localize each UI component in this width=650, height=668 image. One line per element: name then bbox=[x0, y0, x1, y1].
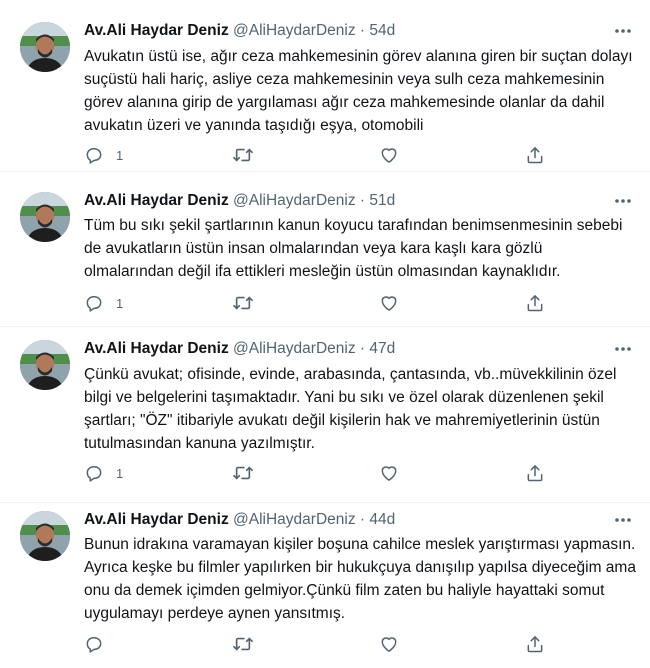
more-icon[interactable] bbox=[612, 20, 634, 42]
separator-dot: · bbox=[359, 511, 366, 528]
more-icon[interactable] bbox=[612, 509, 634, 531]
author-handle[interactable]: @AliHaydarDeniz bbox=[233, 340, 356, 357]
share-button[interactable] bbox=[525, 462, 545, 484]
tweet-time[interactable]: 54d bbox=[369, 22, 395, 39]
tweet-text: Tüm bu sıkı şekil şartlarının kanun koyu… bbox=[84, 217, 623, 280]
reply-icon bbox=[84, 463, 104, 483]
avatar[interactable] bbox=[20, 22, 70, 72]
author-name[interactable]: Av.Ali Haydar Deniz bbox=[84, 192, 229, 209]
avatar[interactable] bbox=[20, 340, 70, 390]
reply-count: 1 bbox=[116, 147, 124, 163]
retweet-icon bbox=[232, 145, 254, 165]
tweet-header: Av.Ali Haydar Deniz @AliHaydarDeniz · 44… bbox=[84, 509, 395, 531]
retweet-button[interactable] bbox=[232, 633, 254, 655]
tweet[interactable]: Av.Ali Haydar Deniz @AliHaydarDeniz · 51… bbox=[0, 172, 650, 327]
tweet-time[interactable]: 51d bbox=[369, 192, 395, 209]
share-icon bbox=[525, 634, 545, 654]
like-button[interactable] bbox=[379, 144, 399, 166]
more-icon[interactable] bbox=[612, 190, 634, 212]
tweet-time[interactable]: 47d bbox=[369, 340, 395, 357]
share-icon bbox=[525, 145, 545, 165]
reply-count: 1 bbox=[116, 295, 124, 311]
separator-dot: · bbox=[359, 340, 366, 357]
like-icon bbox=[379, 293, 399, 313]
reply-button[interactable] bbox=[84, 633, 116, 655]
share-icon bbox=[525, 293, 545, 313]
author-handle[interactable]: @AliHaydarDeniz bbox=[233, 511, 356, 528]
share-button[interactable] bbox=[525, 633, 545, 655]
tweet-actions bbox=[84, 633, 544, 655]
reply-icon bbox=[84, 293, 104, 313]
tweet-text: Bunun idrakına varamayan kişiler boşuna … bbox=[84, 536, 636, 622]
tweet-header: Av.Ali Haydar Deniz @AliHaydarDeniz · 51… bbox=[84, 190, 395, 212]
retweet-button[interactable] bbox=[232, 292, 254, 314]
retweet-icon bbox=[232, 463, 254, 483]
retweet-icon bbox=[232, 293, 254, 313]
tweet-header: Av.Ali Haydar Deniz @AliHaydarDeniz · 47… bbox=[84, 338, 395, 360]
tweet[interactable]: Av.Ali Haydar Deniz @AliHaydarDeniz · 54… bbox=[0, 0, 650, 172]
reply-count: 1 bbox=[116, 465, 124, 481]
like-icon bbox=[379, 634, 399, 654]
share-icon bbox=[525, 463, 545, 483]
tweet-actions: 1 bbox=[84, 462, 544, 484]
separator-dot: · bbox=[359, 22, 366, 39]
separator-dot: · bbox=[359, 192, 366, 209]
tweet-actions: 1 bbox=[84, 292, 544, 314]
retweet-button[interactable] bbox=[232, 462, 254, 484]
tweet-text: Çünkü avukat; ofisinde, evinde, arabasın… bbox=[84, 366, 617, 452]
avatar[interactable] bbox=[20, 192, 70, 242]
author-name[interactable]: Av.Ali Haydar Deniz bbox=[84, 22, 229, 39]
tweet-actions: 1 bbox=[84, 144, 544, 166]
tweet[interactable]: Av.Ali Haydar Deniz @AliHaydarDeniz · 44… bbox=[0, 503, 650, 668]
author-handle[interactable]: @AliHaydarDeniz bbox=[233, 22, 356, 39]
share-button[interactable] bbox=[525, 292, 545, 314]
author-name[interactable]: Av.Ali Haydar Deniz bbox=[84, 511, 229, 528]
tweet-text: Avukatın üstü ise, ağır ceza mahkemesini… bbox=[84, 48, 633, 134]
reply-icon bbox=[84, 145, 104, 165]
reply-button[interactable]: 1 bbox=[84, 292, 123, 314]
author-name[interactable]: Av.Ali Haydar Deniz bbox=[84, 340, 229, 357]
like-icon bbox=[379, 463, 399, 483]
retweet-button[interactable] bbox=[232, 144, 254, 166]
tweet-header: Av.Ali Haydar Deniz @AliHaydarDeniz · 54… bbox=[84, 20, 395, 42]
tweet[interactable]: Av.Ali Haydar Deniz @AliHaydarDeniz · 47… bbox=[0, 327, 650, 503]
like-button[interactable] bbox=[379, 462, 399, 484]
avatar[interactable] bbox=[20, 511, 70, 561]
author-handle[interactable]: @AliHaydarDeniz bbox=[233, 192, 356, 209]
tweet-time[interactable]: 44d bbox=[369, 511, 395, 528]
reply-button[interactable]: 1 bbox=[84, 462, 123, 484]
like-button[interactable] bbox=[379, 292, 399, 314]
retweet-icon bbox=[232, 634, 254, 654]
reply-icon bbox=[84, 634, 104, 654]
share-button[interactable] bbox=[525, 144, 545, 166]
more-icon[interactable] bbox=[612, 338, 634, 360]
like-icon bbox=[379, 145, 399, 165]
reply-button[interactable]: 1 bbox=[84, 144, 123, 166]
like-button[interactable] bbox=[379, 633, 399, 655]
